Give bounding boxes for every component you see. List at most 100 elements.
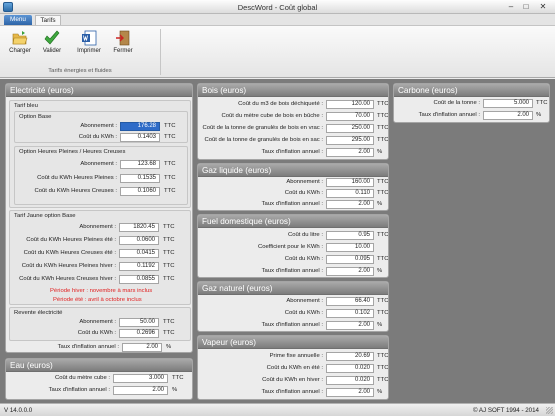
tj-hc-ete-input[interactable]: 0.0415	[119, 249, 159, 258]
gaz-liquide-header: Gaz liquide (euros)	[198, 164, 388, 177]
base-kwh-input[interactable]: 0.1403	[120, 133, 160, 142]
ttc-unit: TTC	[377, 365, 389, 371]
ttc-unit: TTC	[377, 310, 389, 316]
status-bar: V 14.0.0.0 © AJ SOFT 1994 - 2014	[0, 403, 555, 416]
tj-hp-hiver-input[interactable]: 0.1192	[119, 262, 159, 271]
gaz-liquide-panel: Gaz liquide (euros) Abonnement : 160.00 …	[197, 163, 389, 211]
ttc-unit: TTC	[164, 161, 176, 167]
vapeur-prime-input[interactable]: 20.69	[326, 352, 374, 361]
option-hphc-label: Option Heures Pleines / Heures Creuses	[19, 149, 126, 155]
exit-door-icon	[116, 30, 130, 46]
tab-tarifs[interactable]: Tarifs	[35, 15, 61, 25]
gaz-naturel-inflation-input[interactable]: 2.00	[326, 321, 374, 330]
eau-inflation-input[interactable]: 2.00	[113, 386, 168, 395]
bois-buche-label: Coût du mètre cube de bois en bûche :	[221, 113, 323, 119]
vapeur-ete-input[interactable]: 0.020	[326, 364, 374, 373]
vapeur-hiver-input[interactable]: 0.020	[326, 376, 374, 385]
carbone-tonne-input[interactable]: 5.000	[483, 99, 533, 108]
charger-button[interactable]: Charger	[6, 28, 34, 66]
vapeur-prime-label: Prime fixe annuelle :	[269, 353, 323, 359]
carbone-inflation-label: Taux d'inflation annuel :	[418, 112, 480, 118]
rev-kwh-input[interactable]: 0.2696	[119, 329, 159, 338]
close-button[interactable]: ✕	[534, 1, 552, 12]
copyright-label: © AJ SOFT 1994 - 2014	[472, 407, 539, 414]
tab-menu[interactable]: Menu	[4, 15, 32, 25]
tj-hp-ete-input[interactable]: 0.0600	[119, 236, 159, 245]
ttc-unit: TTC	[377, 256, 389, 262]
gaz-naturel-kwh-input[interactable]: 0.102	[326, 309, 374, 318]
check-icon	[44, 30, 60, 45]
bois-panel: Bois (euros) Coût du m3 de bois déchique…	[197, 83, 389, 160]
bois-inflation-input[interactable]: 2.00	[326, 148, 374, 157]
carbone-header: Carbone (euros)	[394, 84, 549, 97]
percent-unit: %	[536, 112, 542, 118]
elec-inflation-input[interactable]: 2.00	[122, 343, 162, 352]
ttc-unit: TTC	[377, 179, 389, 185]
tj-abonnement-label: Abonnement :	[79, 224, 116, 230]
ttc-unit: TTC	[377, 113, 389, 119]
bois-dechiquete-input[interactable]: 120.00	[326, 100, 374, 109]
ttc-unit: TTC	[377, 377, 389, 383]
fuel-kwh-input[interactable]: 0.095	[326, 255, 374, 264]
eau-m3-input[interactable]: 3.000	[113, 374, 168, 383]
fuel-inflation-input[interactable]: 2.00	[326, 267, 374, 276]
fuel-kwh-label: Coût du KWh :	[284, 256, 323, 262]
vapeur-inflation-label: Taux d'inflation annuel :	[261, 389, 323, 395]
tarif-bleu-group: Tarif bleu Option Base Abonnement : 176.…	[9, 100, 191, 208]
gaz-liquide-abonnement-input[interactable]: 160.00	[326, 178, 374, 187]
bois-buche-input[interactable]: 70.00	[326, 112, 374, 121]
gaz-liquide-kwh-input[interactable]: 0.110	[326, 189, 374, 198]
tj-abonnement-input[interactable]: 1820.45	[119, 223, 159, 232]
hp-abonnement-input[interactable]: 123.68	[120, 160, 160, 169]
option-hphc-group: Option Heures Pleines / Heures Creuses A…	[14, 146, 188, 205]
bois-inflation-label: Taux d'inflation annuel :	[261, 149, 323, 155]
fuel-header: Fuel domestique (euros)	[198, 215, 388, 228]
electricite-header: Electricité (euros)	[6, 84, 192, 97]
eau-m3-label: Coût du mètre cube :	[54, 375, 110, 381]
ribbon-group-separator	[160, 29, 161, 75]
bois-header: Bois (euros)	[198, 84, 388, 97]
valider-label: Valider	[42, 48, 62, 54]
gaz-liquide-inflation-input[interactable]: 2.00	[326, 200, 374, 209]
vapeur-inflation-input[interactable]: 2.00	[326, 388, 374, 397]
fermer-button[interactable]: Fermer	[109, 28, 137, 66]
ttc-unit: TTC	[172, 375, 184, 381]
revente-group: Revente électricité Abonnement : 50.00 T…	[9, 307, 191, 341]
hp-kwh-hc-input[interactable]: 0.1060	[120, 187, 160, 196]
percent-unit: %	[377, 268, 383, 274]
fuel-litre-input[interactable]: 0.95	[326, 231, 374, 240]
resize-grip[interactable]	[546, 407, 553, 414]
imprimer-button[interactable]: Imprimer	[73, 28, 105, 66]
percent-unit: %	[377, 201, 383, 207]
base-abonnement-input[interactable]: 176.28	[120, 122, 160, 131]
periode-hiver-note: Période hiver : novembre à mars inclus	[50, 288, 153, 294]
minimize-button[interactable]: –	[504, 1, 518, 12]
ttc-unit: TTC	[536, 100, 548, 106]
hp-kwh-hp-input[interactable]: 0.1535	[120, 174, 160, 183]
fuel-coef-input[interactable]: 10.00	[326, 243, 374, 252]
main-area: Electricité (euros) Tarif bleu Option Ba…	[0, 79, 555, 403]
ttc-unit: TTC	[377, 137, 389, 143]
ttc-unit: TTC	[377, 298, 389, 304]
carbone-inflation-input[interactable]: 2.00	[483, 111, 533, 120]
tj-hc-hiver-input[interactable]: 0.0855	[119, 275, 159, 284]
elec-inflation-label: Taux d'inflation annuel :	[57, 344, 119, 350]
percent-unit: %	[172, 387, 178, 393]
rev-abonnement-input[interactable]: 50.00	[119, 318, 159, 327]
electricite-panel: Electricité (euros) Tarif bleu Option Ba…	[5, 83, 193, 353]
tj-hp-hiver-label: Coût du KWh Heures Pleines hiver :	[21, 263, 116, 269]
gaz-naturel-panel: Gaz naturel (euros) Abonnement : 66.40 T…	[197, 281, 389, 332]
gaz-naturel-abonnement-input[interactable]: 66.40	[326, 297, 374, 306]
window-title: DescWord - Coût global	[237, 3, 318, 12]
hp-kwh-hc-label: Coût du KWh Heures Creuses :	[34, 188, 117, 194]
vapeur-panel: Vapeur (euros) Prime fixe annuelle : 20.…	[197, 335, 389, 400]
maximize-button[interactable]: □	[519, 1, 533, 12]
vapeur-hiver-label: Coût du KWh en hiver :	[262, 377, 323, 383]
bois-granules-sac-input[interactable]: 295.00	[326, 136, 374, 145]
bois-granules-vrac-label: Coût de la tonne de granulés de bois en …	[202, 125, 323, 131]
ttc-unit: TTC	[163, 263, 175, 269]
tj-hp-ete-label: Coût du KWh Heures Pleines été :	[26, 237, 116, 243]
tarif-jaune-label: Tarif Jaune option Base	[14, 213, 76, 219]
bois-granules-vrac-input[interactable]: 250.00	[326, 124, 374, 133]
valider-button[interactable]: Valider	[38, 28, 66, 66]
